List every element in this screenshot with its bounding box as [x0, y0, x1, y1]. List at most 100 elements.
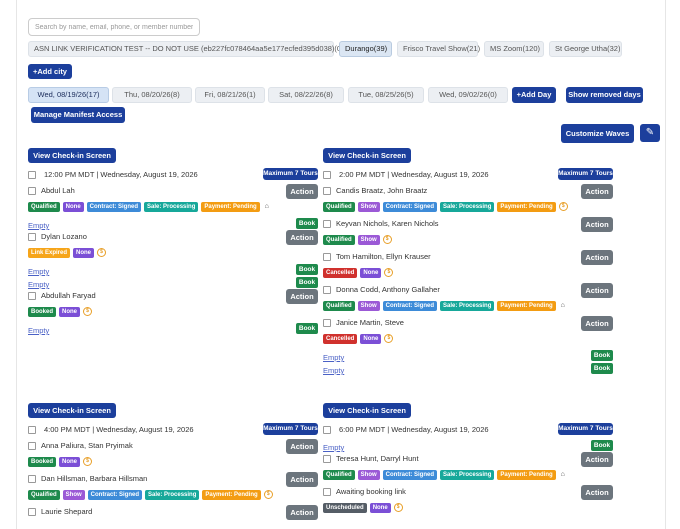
- coin-icon[interactable]: $: [83, 307, 93, 316]
- action-button[interactable]: Action: [581, 452, 613, 467]
- shopping-bag-icon[interactable]: ⌂: [559, 471, 567, 479]
- action-button[interactable]: Action: [286, 505, 318, 520]
- status-tags: Link Expired None $: [28, 247, 107, 258]
- status-tags: Booked None $: [28, 456, 93, 467]
- attendee-checkbox[interactable]: [28, 442, 36, 450]
- view-checkin-button[interactable]: View Check-in Screen: [28, 148, 116, 163]
- attendee-checkbox[interactable]: [28, 475, 36, 483]
- attendee-checkbox[interactable]: [323, 319, 331, 327]
- attendee-checkbox[interactable]: [28, 292, 36, 300]
- city-tab-asn-link[interactable]: ASN LINK VERIFICATION TEST -- DO NOT USE…: [28, 41, 344, 57]
- empty-slot-link[interactable]: Empty: [323, 366, 344, 376]
- date-tab-0821[interactable]: Fri, 08/21/26(1): [195, 87, 265, 103]
- tag-sale-processing: Sale: Processing: [440, 201, 495, 212]
- book-button[interactable]: Book: [296, 277, 318, 288]
- shopping-bag-icon[interactable]: ⌂: [559, 302, 567, 310]
- city-tab-frisco[interactable]: Frisco Travel Show(21): [397, 41, 480, 57]
- action-button[interactable]: Action: [286, 184, 318, 199]
- action-button[interactable]: Action: [286, 289, 318, 304]
- select-wave-checkbox[interactable]: [323, 171, 331, 179]
- tag-payment-pending: Payment: Pending: [201, 201, 260, 212]
- book-button[interactable]: Book: [591, 350, 613, 361]
- customize-waves-button[interactable]: Customize Waves: [561, 124, 634, 143]
- coin-icon[interactable]: $: [382, 235, 392, 244]
- book-button[interactable]: Book: [296, 323, 318, 334]
- date-tab-0819[interactable]: Wed, 08/19/26(17): [28, 87, 109, 103]
- view-checkin-button[interactable]: View Check-in Screen: [323, 148, 411, 163]
- coin-icon[interactable]: $: [384, 268, 394, 277]
- tag-show: Show: [357, 201, 380, 212]
- empty-slot-link[interactable]: Empty: [28, 326, 49, 336]
- attendee-name: Abdullah Faryad: [41, 291, 96, 300]
- view-checkin-button[interactable]: View Check-in Screen: [323, 403, 411, 418]
- action-button[interactable]: Action: [581, 316, 613, 331]
- tag-contract-signed: Contract: Signed: [86, 201, 142, 212]
- tag-payment-pending: Payment: Pending: [497, 300, 556, 311]
- date-tab-0902[interactable]: Wed, 09/02/26(0): [428, 87, 508, 103]
- attendee-checkbox[interactable]: [28, 233, 36, 241]
- attendee-checkbox[interactable]: [28, 508, 36, 516]
- show-removed-days-button[interactable]: Show removed days: [566, 87, 643, 103]
- action-button[interactable]: Action: [581, 184, 613, 199]
- edit-icon[interactable]: ✎: [640, 124, 660, 142]
- action-button[interactable]: Action: [581, 250, 613, 265]
- attendee-checkbox[interactable]: [323, 286, 331, 294]
- add-city-button[interactable]: +Add city: [28, 64, 72, 79]
- status-tags: Qualified None Contract: Signed Sale: Proce…: [28, 201, 271, 212]
- date-tab-0822[interactable]: Sat, 08/22/26(8): [268, 87, 344, 103]
- action-button[interactable]: Action: [581, 217, 613, 232]
- coin-icon[interactable]: $: [384, 334, 394, 343]
- tag-sale-processing: Sale: Processing: [440, 300, 495, 311]
- view-checkin-button[interactable]: View Check-in Screen: [28, 403, 116, 418]
- attendee-checkbox[interactable]: [323, 187, 331, 195]
- action-button[interactable]: Action: [286, 230, 318, 245]
- empty-slot-link[interactable]: Empty: [323, 353, 344, 363]
- book-button[interactable]: Book: [296, 218, 318, 229]
- city-tab-durango[interactable]: Durango(39): [339, 41, 392, 57]
- coin-icon[interactable]: $: [558, 202, 568, 211]
- empty-slot-link[interactable]: Empty: [28, 267, 49, 277]
- tag-none: None: [360, 333, 382, 344]
- city-tab-st-george[interactable]: St George Utha(32): [549, 41, 622, 57]
- book-button[interactable]: Book: [591, 363, 613, 374]
- attendee-name: Donna Codd, Anthony Gallaher: [336, 285, 440, 294]
- tag-contract-signed: Contract: Signed: [382, 300, 438, 311]
- select-wave-checkbox[interactable]: [28, 426, 36, 434]
- search-input[interactable]: [28, 18, 200, 36]
- select-wave-checkbox[interactable]: [28, 171, 36, 179]
- attendee-checkbox[interactable]: [323, 488, 331, 496]
- book-button[interactable]: Book: [591, 440, 613, 451]
- coin-icon[interactable]: $: [393, 503, 403, 512]
- coin-icon[interactable]: $: [263, 490, 273, 499]
- attendee-checkbox[interactable]: [323, 220, 331, 228]
- action-button[interactable]: Action: [581, 283, 613, 298]
- empty-slot-link[interactable]: Empty: [323, 443, 344, 453]
- date-tab-0820[interactable]: Thu, 08/20/26(8): [112, 87, 192, 103]
- empty-slot-link[interactable]: Empty: [28, 280, 49, 290]
- action-button[interactable]: Action: [581, 485, 613, 500]
- add-day-button[interactable]: +Add Day: [512, 87, 556, 103]
- select-wave-checkbox[interactable]: [323, 426, 331, 434]
- attendee-name: Tom Hamilton, Ellyn Krauser: [336, 252, 431, 261]
- city-tab-ms-zoom[interactable]: MS Zoom(120): [484, 41, 544, 57]
- empty-slot-link[interactable]: Empty: [28, 221, 49, 231]
- book-button[interactable]: Book: [296, 264, 318, 275]
- coin-icon[interactable]: $: [83, 457, 93, 466]
- tag-none: None: [59, 306, 81, 317]
- status-tags: Qualified Show Contract: Signed Sale: Proce…: [28, 489, 273, 500]
- coin-icon[interactable]: $: [97, 248, 107, 257]
- action-button[interactable]: Action: [286, 439, 318, 454]
- manage-manifest-access-button[interactable]: Manage Manifest Access: [31, 107, 125, 123]
- attendee-checkbox[interactable]: [323, 455, 331, 463]
- date-tab-0825[interactable]: Tue, 08/25/26(5): [348, 87, 424, 103]
- shopping-bag-icon[interactable]: ⌂: [263, 203, 271, 211]
- tag-contract-signed: Contract: Signed: [87, 489, 143, 500]
- tag-none: None: [59, 456, 81, 467]
- tag-cancelled: Cancelled: [323, 267, 358, 278]
- tag-sale-processing: Sale: Processing: [440, 469, 495, 480]
- status-tags: Qualified Show $: [323, 234, 392, 245]
- attendee-checkbox[interactable]: [323, 253, 331, 261]
- attendee-checkbox[interactable]: [28, 187, 36, 195]
- wave-time-label: 12:00 PM MDT | Wednesday, August 19, 202…: [44, 170, 198, 179]
- action-button[interactable]: Action: [286, 472, 318, 487]
